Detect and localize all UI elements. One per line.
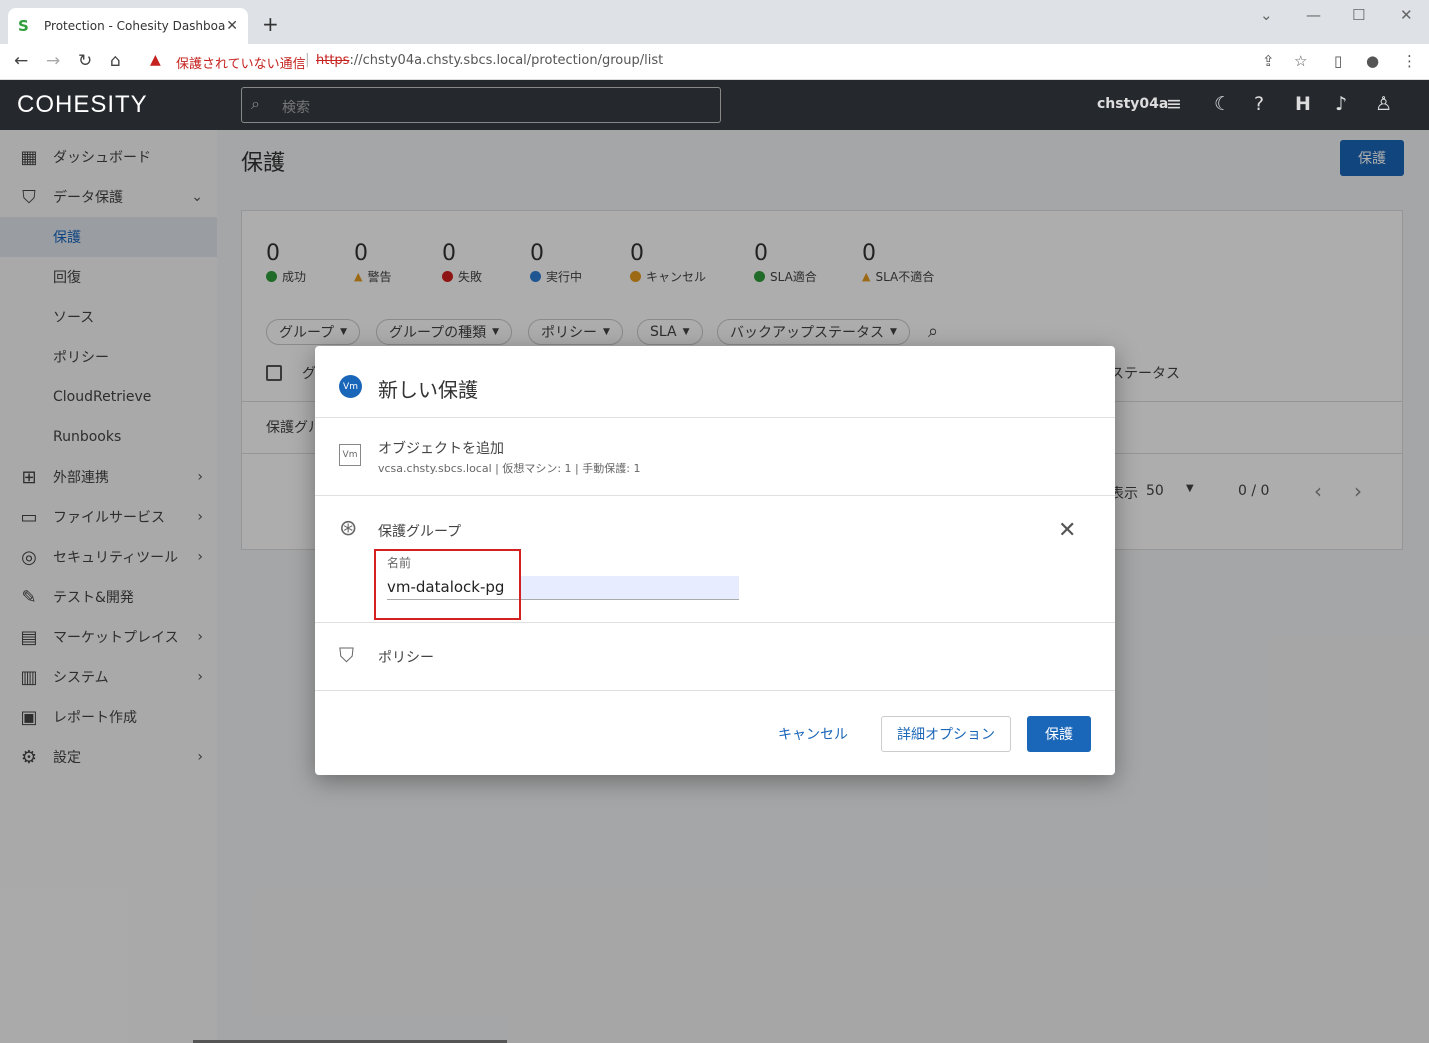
highlight-annotation [374,549,521,620]
shield-icon: ⛉ [339,643,354,667]
window-close-icon[interactable]: ✕ [1400,6,1413,24]
objects-section[interactable]: Vm オブジェクトを追加 vcsa.chsty.sbcs.local | 仮想マ… [315,418,1115,496]
protection-group-icon: ⊛ [339,516,358,541]
security-status[interactable]: 保護されていない通信 [176,53,306,72]
advanced-options-button[interactable]: 詳細オプション [881,716,1011,752]
vm-icon: Vm [339,375,362,398]
profile-icon[interactable]: ● [1366,52,1379,70]
username[interactable]: chsty04a [1097,96,1168,112]
home-icon[interactable]: ⌂ [110,51,121,71]
share-icon[interactable]: ⇪ [1262,52,1275,70]
objects-title[interactable]: オブジェクトを追加 [378,438,504,458]
close-icon[interactable]: ✕ [1058,518,1076,543]
search-placeholder: 検索 [282,100,310,116]
group-title: 保護グループ [378,524,462,540]
forward-icon[interactable]: → [46,51,60,71]
new-protection-dialog: Vm 新しい保護 Vm オブジェクトを追加 vcsa.chsty.sbcs.lo… [315,346,1115,775]
user-icon[interactable]: ♙ [1375,93,1392,115]
search-icon: ⌕ [251,94,260,113]
filter-icon[interactable]: ≡ [1166,93,1182,115]
new-tab-button[interactable]: + [262,14,279,34]
helios-icon[interactable]: H [1295,93,1311,115]
minimize-icon[interactable]: — [1306,6,1321,24]
tab-search-icon[interactable]: ⌄ [1260,6,1273,24]
cancel-button[interactable]: キャンセル [765,716,861,752]
divider: | [305,52,310,68]
cohesity-logo[interactable]: COHESITY [17,91,148,119]
dialog-title: 新しい保護 [378,378,478,402]
dialog-header: Vm 新しい保護 [315,346,1115,418]
tab-close-icon[interactable]: ✕ [226,18,238,34]
cohesity-favicon-icon: S [18,17,29,35]
tab-title: Protection - Cohesity Dashboard [44,19,227,33]
moon-icon[interactable]: ☾ [1214,93,1231,115]
bookmark-star-icon[interactable]: ☆ [1294,52,1307,70]
help-icon[interactable]: ? [1254,93,1264,115]
browser-tab[interactable]: S Protection - Cohesity Dashboard ✕ [8,8,248,44]
warning-icon[interactable]: ▲ [150,52,161,68]
global-search[interactable]: ⌕ 検索 [241,87,721,123]
browser-tab-bar: S Protection - Cohesity Dashboard ✕ + ⌄ … [0,0,1429,44]
menu-icon[interactable]: ⋮ [1402,52,1417,70]
protect-submit-button[interactable]: 保護 [1027,716,1091,752]
back-icon[interactable]: ← [14,51,28,71]
side-panel-icon[interactable]: ▯ [1334,52,1342,70]
url-scheme: https [316,53,350,68]
address-bar: ← → ↻ ⌂ ▲ 保護されていない通信 | https://chsty04a.… [0,44,1429,80]
policy-section[interactable]: ⛉ ポリシー [315,623,1115,691]
protection-group-section: ⊛ 保護グループ ✕ 名前 vm-datalock-pg [315,496,1115,623]
reload-icon[interactable]: ↻ [78,51,92,71]
bell-icon[interactable]: ♪ [1335,93,1347,115]
objects-summary: vcsa.chsty.sbcs.local | 仮想マシン: 1 | 手動保護:… [378,462,641,475]
vm-outline-icon: Vm [339,444,361,466]
maximize-icon[interactable]: ☐ [1352,6,1365,24]
url-path: ://chsty04a.chsty.sbcs.local/protection/… [349,53,664,68]
app-header: COHESITY ⌕ 検索 chsty04a ≡ ☾ ? H ♪ ♙ [0,80,1429,130]
url-field[interactable]: https://chsty04a.chsty.sbcs.local/protec… [316,53,663,68]
policy-title[interactable]: ポリシー [378,647,434,667]
